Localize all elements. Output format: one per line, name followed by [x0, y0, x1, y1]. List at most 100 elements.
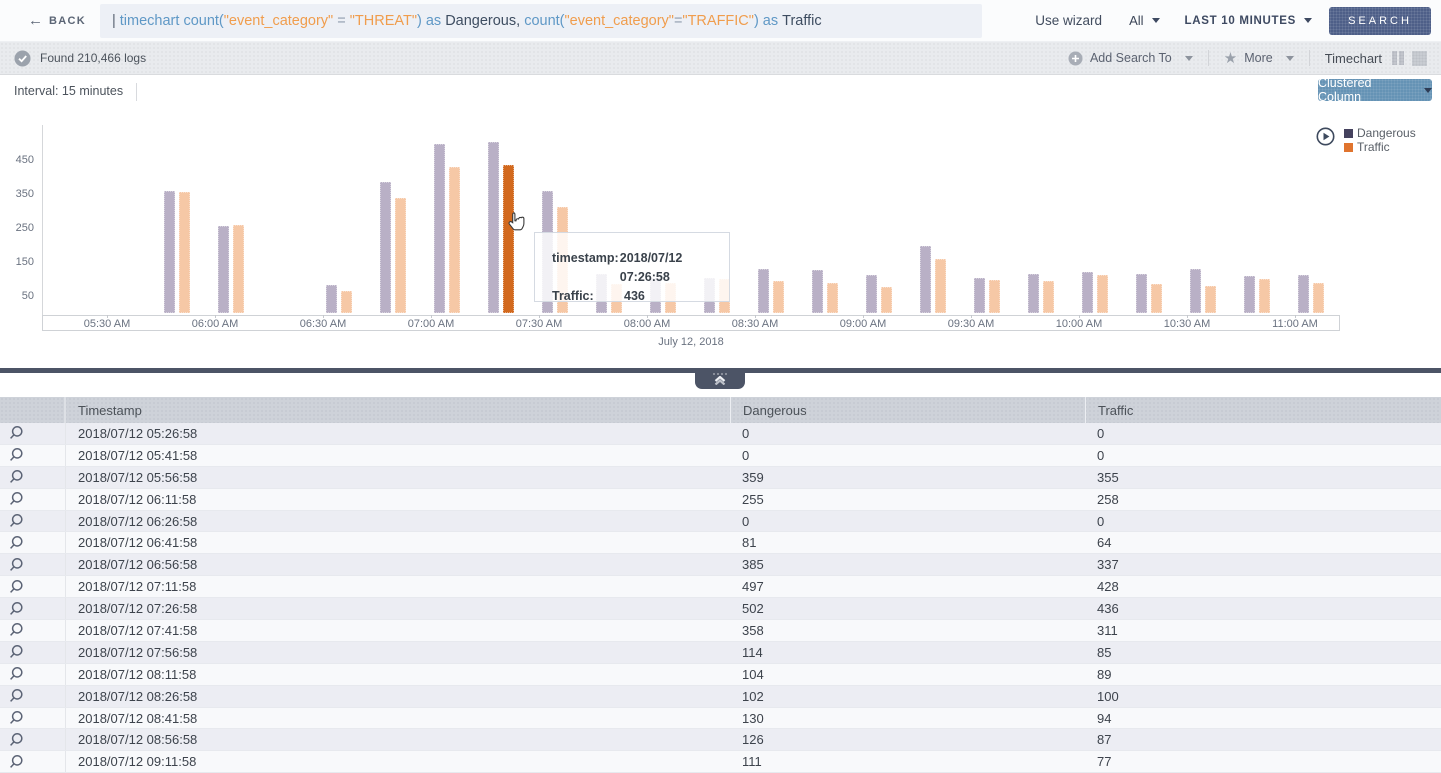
bar-dangerous[interactable]: [812, 270, 823, 313]
bar-dangerous[interactable]: [164, 191, 175, 313]
row-search-icon[interactable]: [0, 554, 66, 575]
bar-traffic[interactable]: [773, 281, 784, 313]
bar-traffic[interactable]: [179, 192, 190, 313]
use-wizard-link[interactable]: Use wizard: [1035, 13, 1102, 28]
table-header-dangerous: Dangerous: [730, 397, 1085, 423]
bar-traffic-highlighted[interactable]: [503, 165, 514, 313]
magnifier-icon: [8, 447, 24, 463]
bar-dangerous[interactable]: [920, 246, 931, 313]
bar-dangerous[interactable]: [1136, 274, 1147, 313]
legend-item-dangerous[interactable]: Dangerous: [1344, 127, 1416, 140]
more-label: More: [1244, 51, 1272, 65]
chevron-down-icon: [1424, 88, 1432, 93]
bar-traffic[interactable]: [395, 198, 406, 313]
bar-dangerous[interactable]: [1190, 269, 1201, 313]
chevron-down-icon: [1286, 56, 1294, 61]
row-search-icon[interactable]: [0, 423, 66, 444]
bar-traffic[interactable]: [1097, 275, 1108, 313]
query-segment-plain: Traffic: [782, 13, 821, 29]
row-search-icon[interactable]: [0, 686, 66, 707]
y-axis: [42, 125, 43, 315]
cell-traffic: 355: [1085, 467, 1441, 488]
plus-circle-icon: [1068, 51, 1083, 66]
cell-dangerous: 497: [730, 576, 1085, 597]
back-arrow-icon: ←: [28, 12, 43, 29]
cell-traffic: 311: [1085, 620, 1441, 641]
chevron-down-icon: [1152, 18, 1160, 23]
bar-traffic[interactable]: [935, 259, 946, 313]
chart-legend: DangerousTraffic: [1316, 127, 1416, 154]
bar-traffic[interactable]: [1259, 279, 1270, 313]
scope-dropdown[interactable]: All: [1129, 13, 1159, 28]
legend-label: Traffic: [1357, 141, 1390, 154]
bar-traffic[interactable]: [1205, 286, 1216, 313]
query-bar: ← BACK | timechart count("event_category…: [0, 0, 1441, 42]
table-header: Timestamp Dangerous Traffic: [0, 397, 1441, 423]
bar-dangerous[interactable]: [974, 278, 985, 313]
row-search-icon[interactable]: [0, 467, 66, 488]
bar-dangerous[interactable]: [380, 182, 391, 313]
magnifier-icon: [8, 622, 24, 638]
grid-view-icon[interactable]: [1412, 51, 1427, 66]
bar-traffic[interactable]: [827, 283, 838, 313]
bar-traffic[interactable]: [989, 280, 1000, 313]
column-chart-view-icon[interactable]: [1392, 51, 1404, 65]
bar-dangerous[interactable]: [218, 226, 229, 313]
bar-traffic[interactable]: [1043, 281, 1054, 313]
row-search-icon[interactable]: [0, 445, 66, 466]
row-search-icon[interactable]: [0, 532, 66, 553]
table-header-icon-column: [0, 397, 66, 423]
magnifier-icon: [8, 666, 24, 682]
legend-item-traffic[interactable]: Traffic: [1344, 141, 1416, 154]
add-search-to-dropdown[interactable]: Add Search To: [1068, 51, 1193, 66]
more-dropdown[interactable]: ★ More: [1224, 49, 1294, 67]
bar-dangerous[interactable]: [1244, 276, 1255, 313]
bar-traffic[interactable]: [1313, 283, 1324, 313]
row-search-icon[interactable]: [0, 576, 66, 597]
row-search-icon[interactable]: [0, 620, 66, 641]
query-segment-kw: as: [422, 13, 445, 29]
cell-traffic: 258: [1085, 489, 1441, 510]
cell-dangerous: 111: [730, 751, 1085, 772]
bar-dangerous[interactable]: [326, 285, 337, 313]
bar-dangerous[interactable]: [434, 144, 445, 313]
row-search-icon[interactable]: [0, 511, 66, 532]
magnifier-icon: [8, 732, 24, 748]
search-button[interactable]: SEARCH: [1329, 7, 1431, 35]
cell-dangerous: 0: [730, 511, 1085, 532]
bar-dangerous[interactable]: [1028, 274, 1039, 313]
legend-label: Dangerous: [1357, 127, 1416, 140]
bar-traffic[interactable]: [881, 287, 892, 313]
play-icon[interactable]: [1316, 127, 1335, 146]
chart-type-dropdown[interactable]: Clustered Column: [1318, 79, 1432, 101]
grip-dots-icon: [713, 373, 727, 375]
cell-timestamp: 2018/07/12 08:56:58: [66, 732, 730, 747]
row-search-icon[interactable]: [0, 598, 66, 619]
bar-traffic[interactable]: [449, 167, 460, 313]
bar-dangerous[interactable]: [758, 269, 769, 313]
tooltip-series-label: Traffic:: [552, 287, 624, 306]
cell-traffic: 87: [1085, 729, 1441, 750]
bar-traffic[interactable]: [341, 291, 352, 313]
row-search-icon[interactable]: [0, 708, 66, 729]
bar-dangerous[interactable]: [488, 142, 499, 313]
bar-traffic[interactable]: [1151, 284, 1162, 313]
cell-dangerous: 255: [730, 489, 1085, 510]
row-search-icon[interactable]: [0, 664, 66, 685]
table-row: 2018/07/12 07:11:58497428: [0, 576, 1441, 598]
row-search-icon[interactable]: [0, 489, 66, 510]
back-button[interactable]: ← BACK: [28, 12, 86, 29]
row-search-icon[interactable]: [0, 729, 66, 750]
row-search-icon[interactable]: [0, 642, 66, 663]
collapse-chart-button[interactable]: [695, 368, 745, 389]
time-range-dropdown[interactable]: LAST 10 MINUTES: [1185, 15, 1312, 27]
table-body: 2018/07/12 05:26:58002018/07/12 05:41:58…: [0, 423, 1441, 773]
bar-dangerous[interactable]: [866, 275, 877, 313]
query-input[interactable]: | timechart count("event_category" = "TH…: [100, 4, 982, 38]
bar-traffic[interactable]: [233, 225, 244, 313]
row-search-icon[interactable]: [0, 751, 66, 772]
cell-timestamp: 2018/07/12 06:56:58: [66, 557, 730, 572]
bar-dangerous[interactable]: [1298, 275, 1309, 313]
x-tick-label: 08:30 AM: [732, 318, 778, 330]
bar-dangerous[interactable]: [1082, 272, 1093, 313]
